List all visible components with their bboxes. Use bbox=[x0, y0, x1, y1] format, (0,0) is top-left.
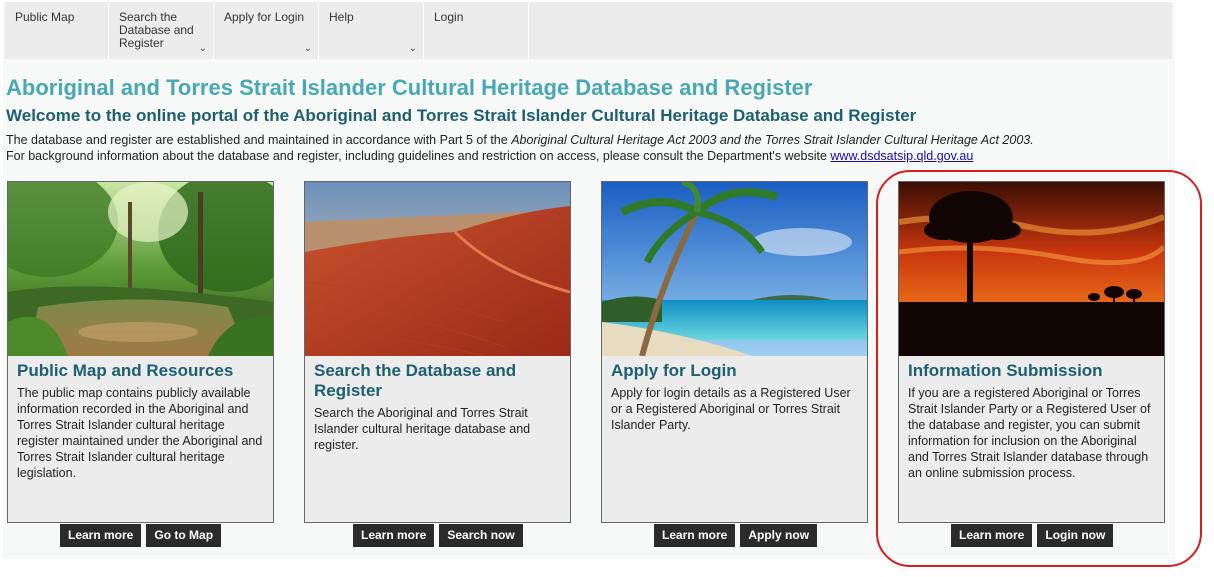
nav-apply-for-login[interactable]: Apply for Login ⌄ bbox=[214, 2, 319, 59]
intro-line-2: For background information about the dat… bbox=[6, 148, 1034, 164]
nav-search-database-label: Search the Database and Register bbox=[119, 10, 194, 50]
nav-search-database[interactable]: Search the Database and Register ⌄ bbox=[109, 2, 214, 59]
red-sand-dune-image bbox=[305, 182, 570, 356]
legislation-title: Aboriginal Cultural Heritage Act 2003 an… bbox=[511, 133, 1034, 147]
intro-text: The database and register are establishe… bbox=[6, 132, 1034, 164]
learn-more-button[interactable]: Learn more bbox=[353, 524, 435, 547]
tropical-beach-palm-image bbox=[602, 182, 867, 356]
welcome-heading: Welcome to the online portal of the Abor… bbox=[6, 106, 917, 125]
card-title: Search the Database and Register bbox=[314, 361, 517, 400]
nav-help-label: Help bbox=[329, 10, 354, 24]
learn-more-button[interactable]: Learn more bbox=[60, 524, 142, 547]
intro-line-1-text: The database and register are establishe… bbox=[6, 133, 512, 147]
nav-help[interactable]: Help ⌄ bbox=[319, 2, 424, 59]
card-apply-for-login-actions: Learn more Apply now bbox=[654, 524, 818, 547]
card-search-database: Search the Database and Register Search … bbox=[304, 181, 571, 523]
nav-login-label: Login bbox=[434, 10, 464, 24]
card-description: Apply for login details as a Registered … bbox=[611, 386, 851, 432]
top-nav-bar: Public Map Search the Database and Regis… bbox=[5, 2, 1172, 59]
card-description: Search the Aboriginal and Torres Strait … bbox=[314, 406, 531, 452]
intro-line-1: The database and register are establishe… bbox=[6, 132, 1034, 148]
chevron-down-icon: ⌄ bbox=[303, 43, 312, 54]
card-search-database-actions: Learn more Search now bbox=[353, 524, 523, 547]
search-now-button[interactable]: Search now bbox=[439, 524, 523, 547]
department-website-link[interactable]: www.dsdsatsip.qld.gov.au bbox=[830, 149, 973, 163]
page-title: Aboriginal and Torres Strait Islander Cu… bbox=[6, 75, 813, 100]
card-title: Apply for Login bbox=[611, 361, 737, 380]
rainforest-creek-image bbox=[8, 182, 273, 356]
chevron-down-icon: ⌄ bbox=[198, 43, 207, 54]
nav-public-map[interactable]: Public Map bbox=[5, 2, 109, 59]
nav-public-map-label: Public Map bbox=[15, 10, 75, 24]
go-to-map-button[interactable]: Go to Map bbox=[146, 524, 222, 547]
highlight-circle bbox=[876, 170, 1202, 567]
chevron-down-icon: ⌄ bbox=[408, 43, 417, 54]
card-public-map: Public Map and Resources The public map … bbox=[7, 181, 274, 523]
nav-login[interactable]: Login bbox=[424, 2, 529, 59]
card-public-map-actions: Learn more Go to Map bbox=[60, 524, 222, 547]
card-title: Public Map and Resources bbox=[17, 361, 234, 380]
card-description: The public map contains publicly availab… bbox=[17, 386, 263, 480]
apply-now-button[interactable]: Apply now bbox=[740, 524, 818, 547]
learn-more-button[interactable]: Learn more bbox=[654, 524, 736, 547]
intro-line-2-text: For background information about the dat… bbox=[6, 149, 831, 163]
card-apply-for-login: Apply for Login Apply for login details … bbox=[601, 181, 868, 523]
nav-apply-for-login-label: Apply for Login bbox=[224, 10, 305, 24]
